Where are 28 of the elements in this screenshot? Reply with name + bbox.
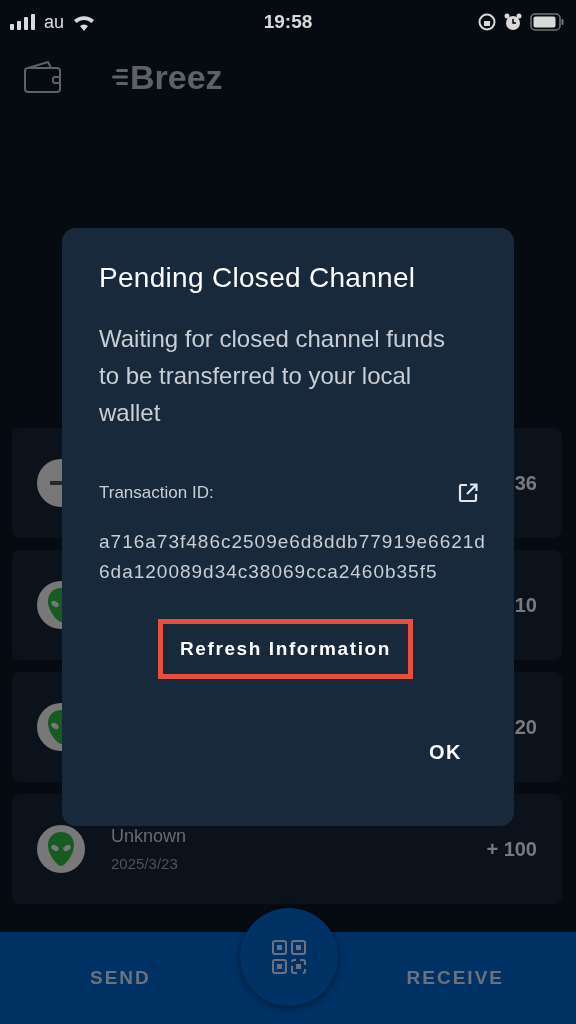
transaction-amount: 10 [514, 593, 537, 617]
dialog-title: Pending Closed Channel [99, 262, 417, 294]
carrier-name: au [44, 11, 65, 33]
receive-button[interactable]: RECEIVE [404, 961, 506, 995]
transaction-id: a716a73f486c2509e6d8ddb77919e6621d6da120089d34c38069cca2460b35f5 [99, 530, 487, 584]
dialog-message: Waiting for closed channel funds to be transferred to your local wallet [99, 324, 446, 428]
ok-button[interactable]: OK [425, 737, 466, 768]
transaction-id-label: Transaction ID: [99, 483, 214, 503]
wallet-icon[interactable] [24, 61, 62, 93]
transaction-title: Unknown [111, 826, 188, 847]
transaction-date: 2025/3/23 [111, 855, 179, 872]
qr-scan-icon [272, 940, 306, 974]
signal-icon [10, 14, 36, 30]
avatar [37, 825, 85, 873]
refresh-button[interactable]: Refresh Information [158, 619, 413, 679]
rotation-lock-icon [478, 13, 496, 31]
transaction-amount: 20 [514, 715, 537, 739]
clock-time: 19:58 [263, 11, 313, 33]
external-link-icon[interactable] [458, 483, 478, 503]
transaction-amount: + 100 [486, 837, 537, 861]
breez-logo: Breez [130, 57, 223, 97]
send-button[interactable]: SEND [88, 961, 153, 995]
speed-lines-icon [112, 66, 128, 88]
battery-icon [530, 13, 564, 31]
transaction-amount: 36 [514, 471, 537, 495]
scan-button[interactable] [240, 908, 338, 1006]
alarm-icon [504, 13, 522, 31]
wifi-icon [72, 13, 97, 31]
